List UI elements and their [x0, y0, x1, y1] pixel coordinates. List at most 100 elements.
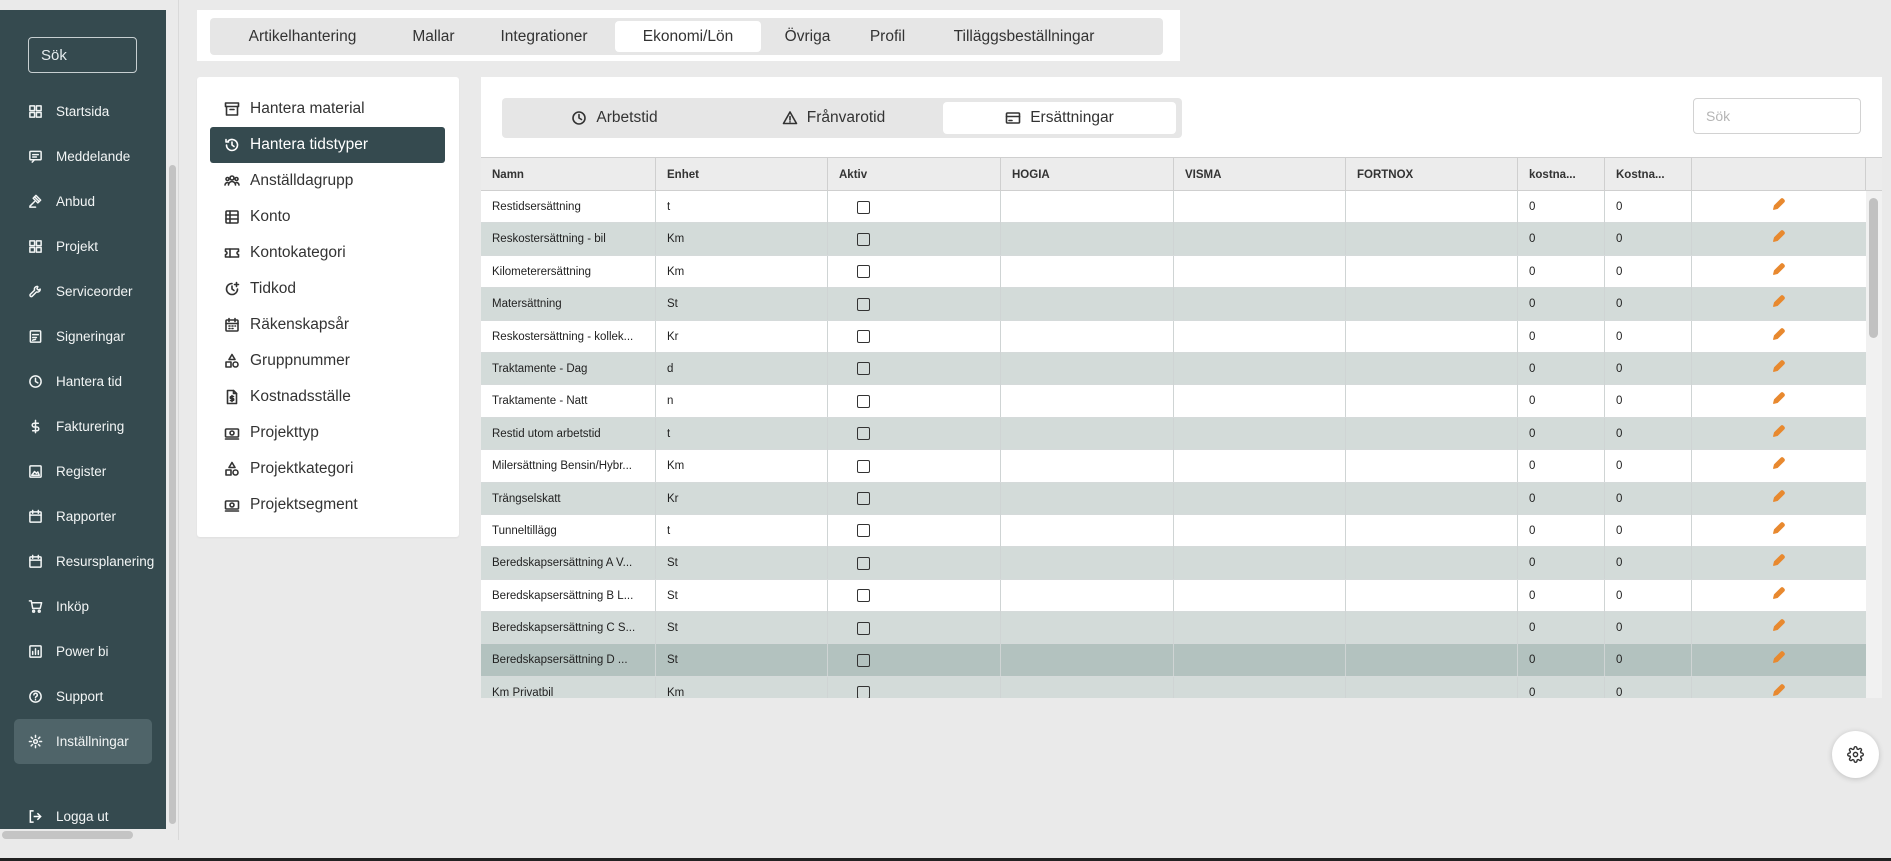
- active-checkbox[interactable]: [857, 492, 870, 506]
- sidebar-item-anbud[interactable]: Anbud: [14, 179, 152, 224]
- edit-button[interactable]: [1692, 223, 1866, 255]
- table-row[interactable]: Km Privatbil Km 0 0: [481, 676, 1866, 698]
- active-checkbox[interactable]: [857, 524, 870, 538]
- column-header[interactable]: Aktiv: [828, 158, 1001, 191]
- table-row[interactable]: Beredskapsersättning D ... St 0 0: [481, 644, 1866, 677]
- tab-0[interactable]: Artikelhantering: [214, 21, 391, 52]
- active-checkbox[interactable]: [857, 297, 870, 311]
- active-checkbox[interactable]: [857, 427, 870, 441]
- settings-fab-button[interactable]: [1832, 731, 1879, 778]
- column-header[interactable]: FORTNOX: [1346, 158, 1518, 191]
- column-header[interactable]: Kostna...: [1605, 158, 1692, 191]
- active-checkbox[interactable]: [857, 653, 870, 667]
- edit-button[interactable]: [1692, 612, 1866, 644]
- tab-2[interactable]: Integrationer: [476, 21, 612, 52]
- tab-4[interactable]: Övriga: [764, 21, 851, 52]
- column-header[interactable]: Namn: [481, 158, 656, 191]
- table-row[interactable]: Reskostersättning - bil Km 0 0: [481, 223, 1866, 256]
- active-checkbox[interactable]: [857, 265, 870, 279]
- table-row[interactable]: Matersättning St 0 0: [481, 288, 1866, 321]
- table-row[interactable]: Milersättning Bensin/Hybr... Km 0 0: [481, 450, 1866, 483]
- edit-button[interactable]: [1692, 418, 1866, 450]
- sidebar-item-projekt[interactable]: Projekt: [14, 224, 152, 269]
- settings-menu-item-9[interactable]: Projekttyp: [210, 415, 445, 451]
- active-checkbox[interactable]: [857, 686, 870, 698]
- active-checkbox[interactable]: [857, 200, 870, 214]
- edit-button[interactable]: [1692, 580, 1866, 612]
- sidebar-item-serviceorder[interactable]: Serviceorder: [14, 269, 152, 314]
- edit-button[interactable]: [1692, 450, 1866, 482]
- table-row[interactable]: Restidsersättning t 0 0: [481, 191, 1866, 224]
- sidebar-item-rapporter[interactable]: Rapporter: [14, 494, 152, 539]
- edit-button[interactable]: [1692, 515, 1866, 547]
- settings-menu-item-7[interactable]: Gruppnummer: [210, 343, 445, 379]
- column-header[interactable]: HOGIA: [1001, 158, 1174, 191]
- sub-tab-1[interactable]: Frånvarotid: [724, 102, 943, 134]
- sub-tab-0[interactable]: Arbetstid: [505, 102, 724, 134]
- sidebar-item-support[interactable]: Support: [14, 674, 152, 719]
- active-checkbox[interactable]: [857, 589, 870, 603]
- edit-button[interactable]: [1692, 288, 1866, 320]
- column-header[interactable]: Enhet: [656, 158, 828, 191]
- settings-menu-item-5[interactable]: Tidkod: [210, 271, 445, 307]
- edit-button[interactable]: [1692, 321, 1866, 353]
- table-row[interactable]: Tunneltillägg t 0 0: [481, 514, 1866, 548]
- edit-button[interactable]: [1692, 644, 1866, 676]
- table-search-input[interactable]: [1693, 98, 1861, 134]
- tab-5[interactable]: Profil: [851, 21, 924, 52]
- edit-button[interactable]: [1692, 677, 1866, 698]
- sidebar-item-power-bi[interactable]: Power bi: [14, 629, 152, 674]
- column-header[interactable]: [1692, 158, 1866, 191]
- settings-menu-item-0[interactable]: Hantera material: [210, 91, 445, 127]
- sidebar-item-inställningar[interactable]: Inställningar: [14, 719, 152, 764]
- settings-menu-item-1[interactable]: Hantera tidstyper: [210, 127, 445, 163]
- tab-1[interactable]: Mallar: [391, 21, 476, 52]
- active-checkbox[interactable]: [857, 330, 870, 344]
- sidebar-item-register[interactable]: Register: [14, 449, 152, 494]
- sidebar-item-signeringar[interactable]: Signeringar: [14, 314, 152, 359]
- sidebar-item-inköp[interactable]: Inköp: [14, 584, 152, 629]
- table-row[interactable]: Reskostersättning - kollek... Kr 0 0: [481, 320, 1866, 353]
- table-row[interactable]: Beredskapsersättning A V... St 0 0: [481, 547, 1866, 580]
- table-scrollbar-thumb[interactable]: [1869, 198, 1878, 338]
- table-row[interactable]: Kilometerersättning Km 0 0: [481, 255, 1866, 289]
- table-row[interactable]: Traktamente - Natt n 0 0: [481, 385, 1866, 418]
- table-row[interactable]: Restid utom arbetstid t 0 0: [481, 417, 1866, 451]
- settings-menu-item-11[interactable]: Projektsegment: [210, 487, 445, 523]
- column-header[interactable]: VISMA: [1174, 158, 1346, 191]
- settings-menu-item-4[interactable]: Kontokategori: [210, 235, 445, 271]
- edit-button[interactable]: [1692, 547, 1866, 579]
- active-checkbox[interactable]: [857, 362, 870, 376]
- active-checkbox[interactable]: [857, 556, 870, 570]
- settings-menu-item-6[interactable]: Räkenskapsår: [210, 307, 445, 343]
- sidebar-item-meddelande[interactable]: Meddelande: [14, 134, 152, 179]
- sub-tab-2[interactable]: Ersättningar: [943, 102, 1176, 134]
- table-row[interactable]: Traktamente - Dag d 0 0: [481, 352, 1866, 386]
- edit-button[interactable]: [1692, 191, 1866, 223]
- table-row[interactable]: Beredskapsersättning C S... St 0 0: [481, 612, 1866, 645]
- active-checkbox[interactable]: [857, 621, 870, 635]
- table-row[interactable]: Trängselskatt Kr 0 0: [481, 482, 1866, 515]
- settings-menu-item-3[interactable]: Konto: [210, 199, 445, 235]
- sidebar-item-hantera-tid[interactable]: Hantera tid: [14, 359, 152, 404]
- settings-menu-item-8[interactable]: Kostnadsställe: [210, 379, 445, 415]
- sidebar-item-startsida[interactable]: Startsida: [14, 89, 152, 134]
- tab-3[interactable]: Ekonomi/Lön: [615, 21, 761, 52]
- edit-button[interactable]: [1692, 256, 1866, 288]
- sidebar-item-fakturering[interactable]: Fakturering: [14, 404, 152, 449]
- sidebar-item-resursplanering[interactable]: Resursplanering: [14, 539, 154, 584]
- sidebar-scrollbar[interactable]: [169, 165, 176, 824]
- settings-menu-item-2[interactable]: Anställdagrupp: [210, 163, 445, 199]
- tab-6[interactable]: Tilläggsbeställningar: [924, 21, 1124, 52]
- active-checkbox[interactable]: [857, 394, 870, 408]
- sidebar-search-input[interactable]: [28, 37, 137, 73]
- active-checkbox[interactable]: [857, 232, 870, 246]
- horizontal-scrollbar[interactable]: [2, 831, 133, 839]
- edit-button[interactable]: [1692, 353, 1866, 385]
- column-header[interactable]: kostna...: [1518, 158, 1605, 191]
- edit-button[interactable]: [1692, 483, 1866, 515]
- settings-menu-item-10[interactable]: Projektkategori: [210, 451, 445, 487]
- active-checkbox[interactable]: [857, 459, 870, 473]
- table-row[interactable]: Beredskapsersättning B L... St 0 0: [481, 579, 1866, 613]
- edit-button[interactable]: [1692, 385, 1866, 417]
